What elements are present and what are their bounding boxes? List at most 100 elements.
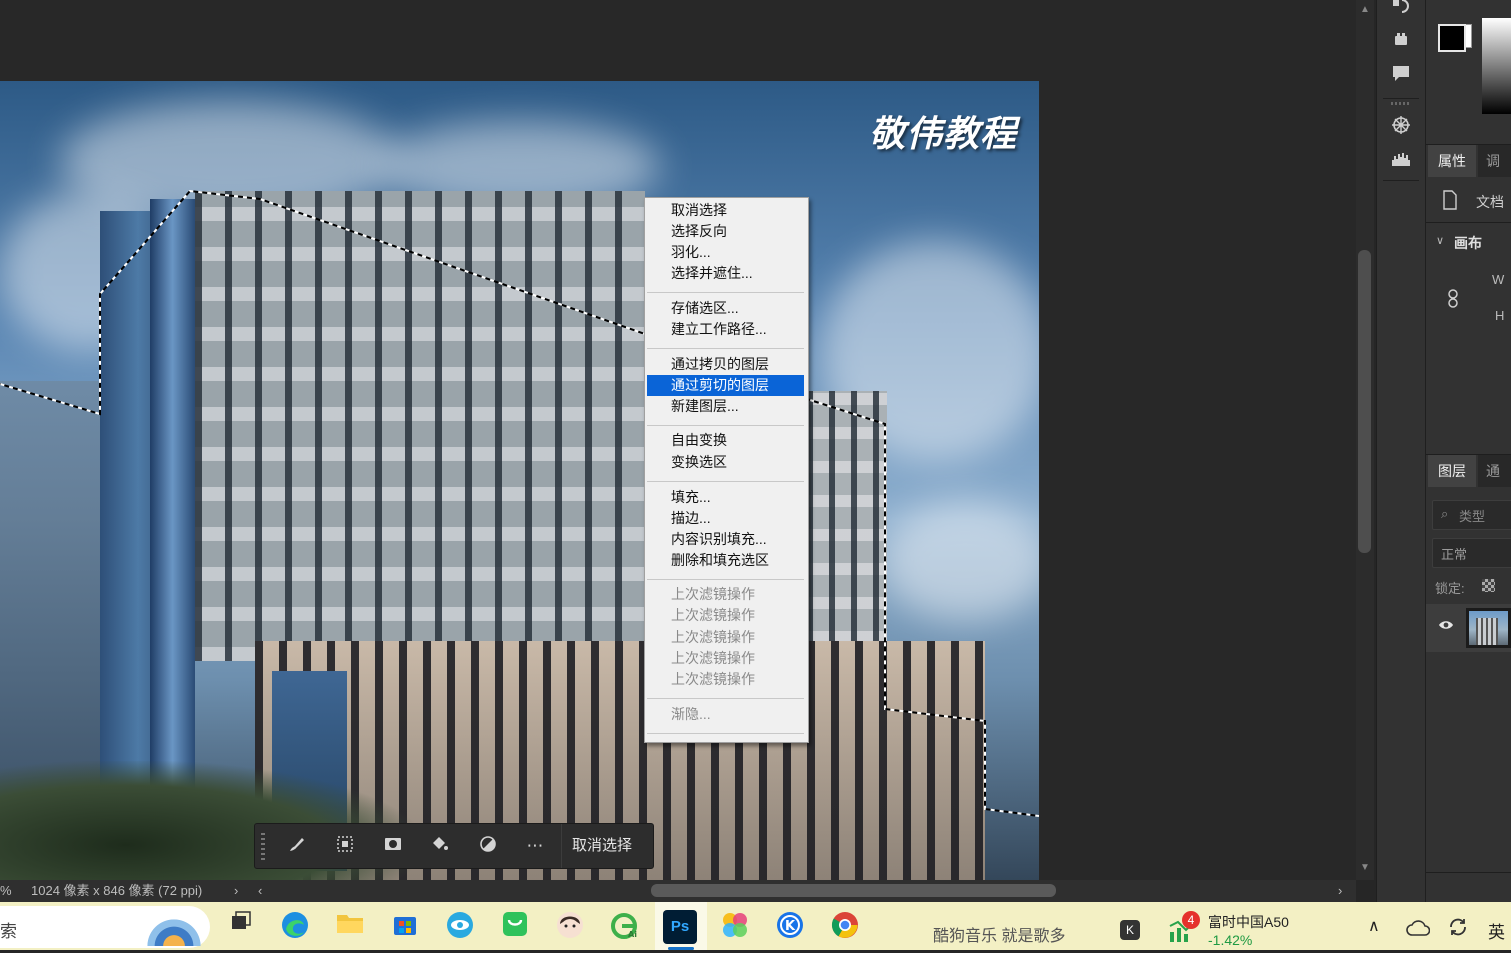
histogram-icon[interactable] [1389,148,1413,172]
onedrive-cloud-icon[interactable] [1406,920,1431,941]
edge-browser-icon[interactable] [278,910,312,944]
tab-layers[interactable]: 图层 [1428,455,1476,487]
kugou-app-icon[interactable]: K [773,910,807,944]
eye-icon[interactable] [1438,618,1454,636]
search-icon: ⌕ [1441,506,1449,521]
scroll-left-arrow[interactable]: ‹ [258,880,262,902]
menu-item-free-transform[interactable]: 自由变换 [647,430,804,451]
status-menu-arrow[interactable]: › [234,880,238,902]
avatar-app-icon[interactable] [553,910,587,944]
menu-item-select-and-mask[interactable]: 选择并遮住... [647,263,804,284]
panel-divider [1426,222,1511,223]
menu-item-last-filter: 上次滤镜操作 [671,629,755,645]
document-icon [1442,190,1458,215]
selection-context-menu[interactable]: 取消选择 选择反向 羽化... 选择并遮住... 存储选区... 建立工作路径.… [644,197,809,743]
watermark: 敬伟教程 [868,114,1017,155]
menu-item-save-selection[interactable]: 存储选区... [647,298,804,319]
panel-divider [1426,872,1511,873]
link-icon[interactable] [1446,289,1460,314]
lock-transparent-pixels-icon[interactable] [1482,579,1495,592]
menu-separator [647,481,804,482]
history-icon[interactable] [1389,0,1413,20]
layer-filter-input[interactable]: ⌕ 类型 [1432,500,1511,530]
menu-item-last-filter: 上次滤镜操作 [671,586,755,602]
menu-item-last-filter: 上次滤镜操作 [671,650,755,666]
taskbar-search-box[interactable]: 索 [0,906,210,948]
strip-divider [1383,180,1419,181]
stock-change: -1.42% [1208,932,1253,948]
menu-item-transform-selection[interactable]: 变换选区 [647,452,804,473]
foreground-color-swatch[interactable] [1438,24,1466,52]
height-label: H [1495,308,1505,323]
menu-separator [647,425,804,426]
navigator-wheel-icon[interactable] [1389,114,1413,138]
chevron-up-icon[interactable]: ∧ [1368,916,1380,936]
strip-grip[interactable] [1391,102,1411,105]
menu-item-new-layer[interactable]: 新建图层... [647,396,804,417]
color-picker-gradient[interactable] [1482,18,1511,114]
scroll-down-icon[interactable]: ▼ [1360,862,1370,873]
menu-item-layer-via-cut[interactable]: 通过剪切的图层 [647,375,804,396]
svg-text:K: K [785,919,796,934]
horizontal-scrollbar[interactable] [651,884,1056,897]
stock-name[interactable]: 富时中国A50 [1208,912,1289,932]
menu-item-last-filter: 上次滤镜操作 [671,671,755,687]
plugin-icon[interactable] [1389,28,1413,52]
tab-channels[interactable]: 通道 [1478,455,1511,487]
transform-selection-icon[interactable] [333,834,357,858]
blend-mode-value: 正常 [1441,547,1468,562]
eye-app-icon[interactable] [443,910,477,944]
menu-separator [647,292,804,293]
menu-item-last-filter: 上次滤镜操作 [671,607,755,623]
photoshop-icon[interactable]: Ps [663,910,697,944]
svg-text:Ai: Ai [628,930,637,939]
chevron-down-icon[interactable]: ∨ [1436,234,1444,247]
menu-item-layer-via-copy[interactable]: 通过拷贝的图层 [647,354,804,375]
colorful-app-icon[interactable] [718,910,752,944]
menu-item-content-aware-fill[interactable]: 内容识别填充... [647,529,804,550]
drag-handle[interactable] [261,832,265,860]
layer-row[interactable] [1426,604,1511,652]
document-info: 1024 像素 x 846 像素 (72 ppi) [31,883,203,898]
lock-label: 锁定: [1435,581,1465,596]
zoom-readout[interactable]: % [0,880,12,902]
menu-item-fill[interactable]: 填充... [647,487,804,508]
mask-icon[interactable] [381,834,405,858]
menu-item-deselect[interactable]: 取消选择 [647,200,804,221]
music-ticker-text[interactable]: 酷狗音乐 就是歌多 [933,922,1065,946]
layer-thumbnail[interactable] [1466,608,1511,648]
canvas-section-title[interactable]: 画布 [1454,233,1482,253]
tab-properties[interactable]: 属性 [1428,145,1476,177]
kugou-tray-icon[interactable]: K [1120,920,1140,940]
adjustment-icon[interactable] [476,834,500,858]
scroll-up-icon[interactable]: ▲ [1360,4,1370,15]
menu-item-inverse[interactable]: 选择反向 [647,221,804,242]
windows-taskbar: 索 Ai Ps K 酷狗音乐 就是歌多 K 4 富时中国A50 -1.42% ∧ [0,902,1511,950]
contextual-task-bar[interactable]: ⋯ 取消选择 [254,823,654,869]
blend-mode-select[interactable]: 正常 [1432,538,1511,568]
menu-item-delete-and-fill[interactable]: 删除和填充选区 [647,550,804,571]
microsoft-store-icon[interactable] [388,910,422,944]
vertical-scrollbar-thumb[interactable] [1358,250,1371,553]
menu-item-stroke[interactable]: 描边... [647,508,804,529]
comment-icon[interactable] [1389,62,1413,86]
more-icon[interactable]: ⋯ [523,834,547,858]
brush-icon[interactable] [285,834,309,858]
fill-bucket-icon[interactable] [427,834,451,858]
deselect-button[interactable]: 取消选择 [561,824,653,868]
tab-adjustments[interactable]: 调整 [1478,145,1511,177]
ai-browser-icon[interactable]: Ai [608,910,642,944]
shopping-app-icon[interactable] [498,910,532,944]
menu-item-make-work-path[interactable]: 建立工作路径... [647,319,804,340]
scroll-right-arrow[interactable]: › [1338,880,1342,902]
task-view-icon[interactable] [224,910,258,944]
chrome-browser-icon[interactable] [828,910,862,944]
file-explorer-icon[interactable] [333,910,367,944]
sync-icon[interactable] [1447,916,1469,943]
stock-badge: 4 [1182,911,1200,929]
menu-item-feather[interactable]: 羽化... [647,242,804,263]
image-canvas[interactable]: 敬伟教程 [0,81,1039,880]
menu-separator [647,348,804,349]
menu-separator [647,733,804,734]
ime-indicator[interactable]: 英 [1488,918,1505,943]
